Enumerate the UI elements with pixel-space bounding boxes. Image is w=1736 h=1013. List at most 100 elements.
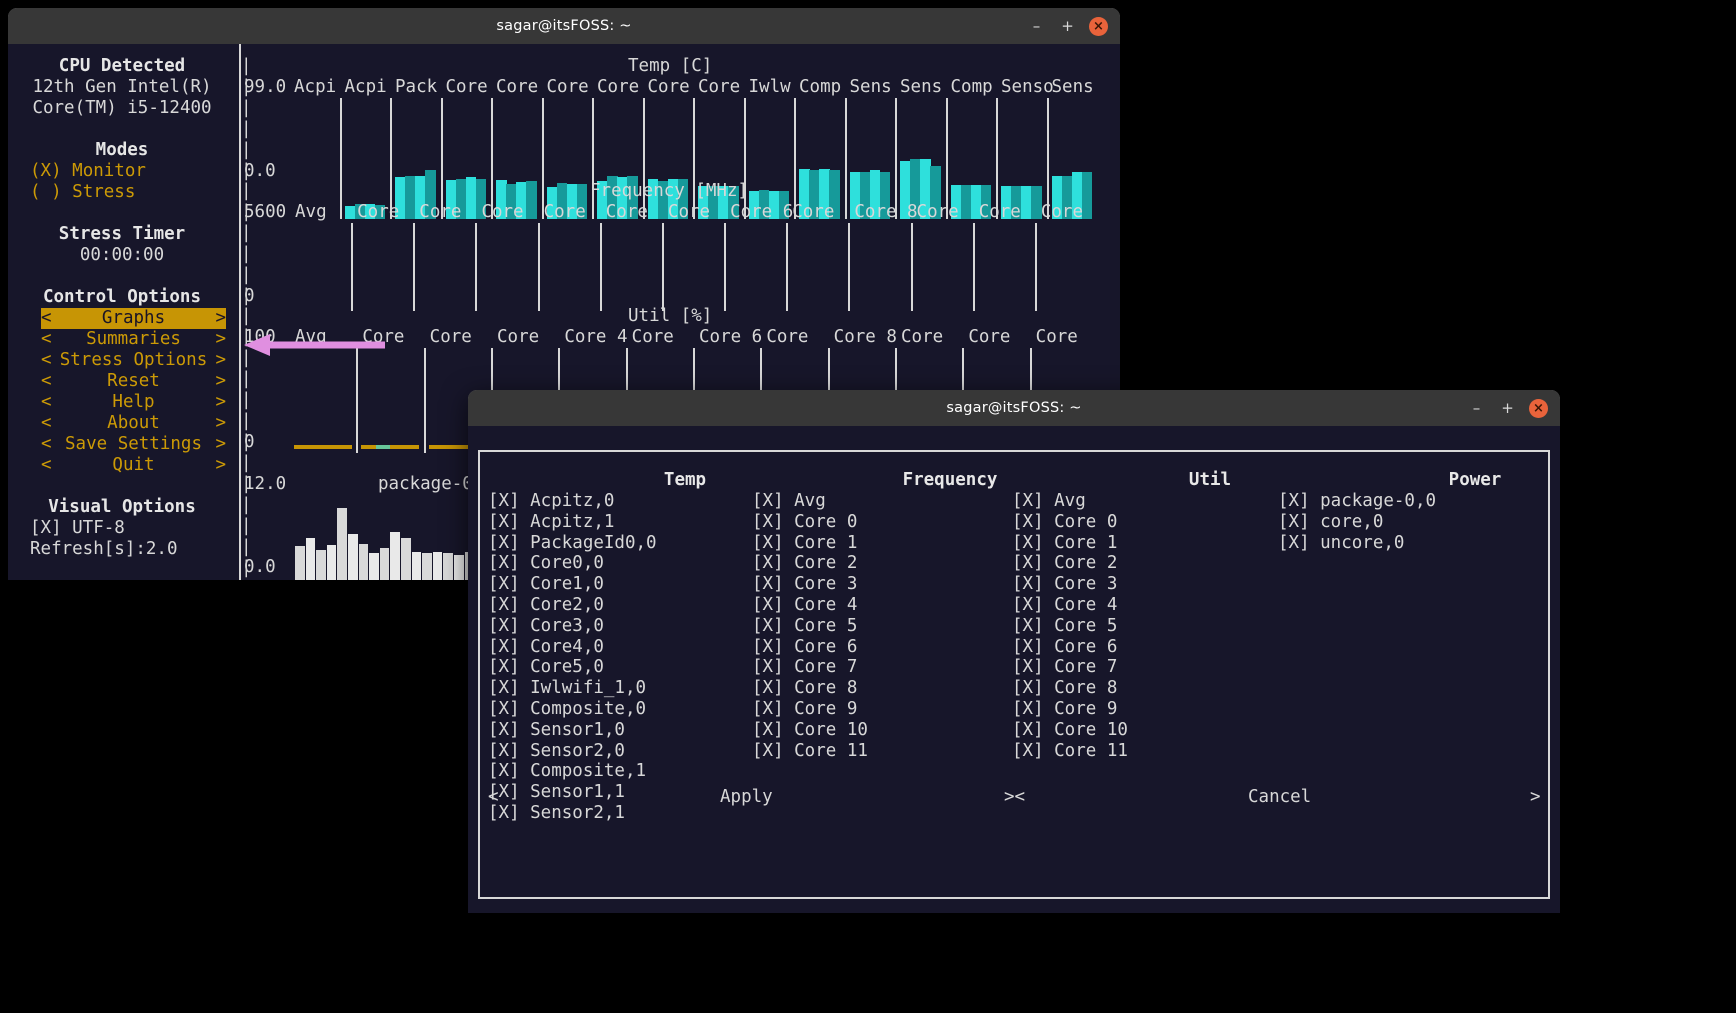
dialog-checkbox-item[interactable]: [X] Core 1: [752, 533, 857, 554]
dialog-checkbox-item[interactable]: [X] Core 4: [1012, 595, 1117, 616]
dialog-checkbox-item[interactable]: [X] core,0: [1278, 512, 1383, 533]
dialog-next-button[interactable]: >: [1530, 787, 1541, 808]
chart-column-label: Comp: [951, 77, 993, 98]
dialog-checkbox-item[interactable]: [X] Core 9: [1012, 699, 1117, 720]
dialog-checkbox-item[interactable]: [X] package-0,0: [1278, 491, 1436, 512]
dialog-checkbox-item[interactable]: [X] Core 7: [1012, 657, 1117, 678]
sidebar-item-about[interactable]: < About >: [41, 413, 226, 434]
dialog-close-button[interactable]: ×: [1529, 399, 1548, 418]
dialog-checkbox-item[interactable]: [X] Core5,0: [488, 657, 604, 678]
sidebar-item-quit[interactable]: < Quit >: [41, 455, 226, 476]
dialog-checkbox-item[interactable]: [X] Core 8: [752, 678, 857, 699]
dialog-checkbox-item[interactable]: [X] Sensor1,0: [488, 720, 625, 741]
dialog-window-titlebar[interactable]: sagar@itsFOSS: ~ – + ×: [468, 390, 1560, 426]
save-settings-right-chevron[interactable]: >: [215, 434, 226, 455]
dialog-checkbox-item[interactable]: [X] Core 10: [1012, 720, 1128, 741]
dialog-checkbox-item[interactable]: [X] PackageId0,0: [488, 533, 657, 554]
dialog-checkbox-item[interactable]: [X] Core 3: [752, 574, 857, 595]
dialog-checkbox-item[interactable]: [X] Core 5: [752, 616, 857, 637]
dialog-checkbox-item[interactable]: [X] Core 10: [752, 720, 868, 741]
dialog-checkbox-item[interactable]: [X] Core 8: [1012, 678, 1117, 699]
dialog-checkbox-item[interactable]: [X] Core4,0: [488, 637, 604, 658]
stress-options-left-chevron[interactable]: <: [41, 350, 52, 371]
dialog-checkbox-item[interactable]: [X] Core 2: [752, 553, 857, 574]
temp-bar: [961, 185, 972, 219]
maximize-button[interactable]: +: [1058, 17, 1077, 36]
dialog-checkbox-item[interactable]: [X] Core 2: [1012, 553, 1117, 574]
dialog-checkbox-item[interactable]: [X] Core0,0: [488, 553, 604, 574]
dialog-checkbox-item[interactable]: [X] Acpitz,0: [488, 491, 614, 512]
dialog-checkbox-item[interactable]: [X] Acpitz,1: [488, 512, 614, 533]
apply-button[interactable]: Apply: [720, 787, 773, 808]
sidebar-item-stress-options[interactable]: < Stress Options >: [41, 350, 226, 371]
sidebar-item-graphs-label: Graphs: [102, 308, 165, 329]
dialog-minimize-button[interactable]: –: [1467, 399, 1486, 418]
save-settings-left-chevron[interactable]: <: [41, 434, 52, 455]
power-bar: [337, 508, 347, 580]
dialog-checkbox-item[interactable]: [X] Core 3: [1012, 574, 1117, 595]
axis-tick: |: [241, 140, 252, 161]
power-bar: [348, 534, 358, 580]
dialog-checkbox-item[interactable]: [X] Iwlwifi_1,0: [488, 678, 646, 699]
dialog-checkbox-item[interactable]: [X] Composite,0: [488, 699, 646, 720]
quit-right-chevron[interactable]: >: [215, 455, 226, 476]
chart-column-label: Core: [606, 202, 648, 223]
dialog-checkbox-item[interactable]: [X] Core 7: [752, 657, 857, 678]
dialog-checkbox-item[interactable]: [X] Core 9: [752, 699, 857, 720]
dialog-checkbox-item[interactable]: [X] Core 6: [752, 637, 857, 658]
dialog-checkbox-item[interactable]: [X] Sensor1,1: [488, 782, 625, 803]
dialog-checkbox-item[interactable]: [X] Sensor2,1: [488, 803, 625, 824]
help-right-chevron[interactable]: >: [215, 392, 226, 413]
summaries-left-chevron[interactable]: <: [41, 329, 52, 350]
dialog-checkbox-item[interactable]: [X] Core1,0: [488, 574, 604, 595]
close-button[interactable]: ×: [1089, 17, 1108, 36]
dialog-maximize-button[interactable]: +: [1498, 399, 1517, 418]
dialog-checkbox-item[interactable]: [X] Core 0: [1012, 512, 1117, 533]
dialog-prev-button[interactable]: <: [488, 787, 499, 808]
chart-column-separator: [786, 223, 788, 311]
sidebar-item-save-settings[interactable]: < Save Settings >: [41, 434, 226, 455]
dialog-checkbox-item[interactable]: [X] Core2,0: [488, 595, 604, 616]
dialog-checkbox-item[interactable]: [X] Core3,0: [488, 616, 604, 637]
mode-monitor-radio[interactable]: (X) Monitor: [30, 161, 146, 182]
dialog-checkbox-item[interactable]: [X] Core 5: [1012, 616, 1117, 637]
dialog-checkbox-item[interactable]: [X] uncore,0: [1278, 533, 1404, 554]
main-window-titlebar[interactable]: sagar@itsFOSS: ~ – + ×: [8, 8, 1120, 44]
dialog-checkbox-item[interactable]: [X] Avg: [1012, 491, 1086, 512]
power-bar: [369, 553, 379, 580]
dialog-checkbox-item[interactable]: [X] Core 6: [1012, 637, 1117, 658]
sidebar-item-graphs[interactable]: < Graphs >: [41, 308, 226, 329]
dialog-checkbox-item[interactable]: [X] Core 4: [752, 595, 857, 616]
utf8-checkbox[interactable]: [X] UTF-8: [30, 518, 125, 539]
axis-tick: |: [241, 56, 252, 77]
dialog-checkbox-item[interactable]: [X] Core 11: [752, 741, 868, 762]
cancel-button[interactable]: Cancel: [1248, 787, 1311, 808]
sidebar-item-reset[interactable]: < Reset >: [41, 371, 226, 392]
about-right-chevron[interactable]: >: [215, 413, 226, 434]
sidebar-item-help[interactable]: < Help >: [41, 392, 226, 413]
minimize-button[interactable]: –: [1027, 17, 1046, 36]
chart-column-label: Acpi: [294, 77, 336, 98]
sidebar-item-summaries[interactable]: < Summaries >: [41, 329, 226, 350]
summaries-right-chevron[interactable]: >: [215, 329, 226, 350]
quit-left-chevron[interactable]: <: [41, 455, 52, 476]
graphs-right-chevron[interactable]: >: [215, 308, 226, 329]
dialog-checkbox-item[interactable]: [X] Avg: [752, 491, 826, 512]
dialog-checkbox-item[interactable]: [X] Core 0: [752, 512, 857, 533]
axis-tick: |: [241, 244, 252, 265]
toggle-all-button[interactable]: ><: [1004, 787, 1025, 808]
dialog-checkbox-item[interactable]: [X] Core 11: [1012, 741, 1128, 762]
help-left-chevron[interactable]: <: [41, 392, 52, 413]
about-left-chevron[interactable]: <: [41, 413, 52, 434]
dialog-checkbox-item[interactable]: [X] Sensor2,0: [488, 741, 625, 762]
graphs-left-chevron[interactable]: <: [41, 308, 52, 329]
stress-options-right-chevron[interactable]: >: [215, 350, 226, 371]
refresh-rate-field[interactable]: Refresh[s]:2.0: [30, 539, 178, 560]
chart-column-label: Core: [419, 202, 461, 223]
reset-right-chevron[interactable]: >: [215, 371, 226, 392]
graphs-settings-dialog-window[interactable]: sagar@itsFOSS: ~ – + × Temp[X] Acpitz,0[…: [468, 390, 1560, 913]
dialog-checkbox-item[interactable]: [X] Core 1: [1012, 533, 1117, 554]
reset-left-chevron[interactable]: <: [41, 371, 52, 392]
dialog-checkbox-item[interactable]: [X] Composite,1: [488, 761, 646, 782]
mode-stress-radio[interactable]: ( ) Stress: [30, 182, 135, 203]
